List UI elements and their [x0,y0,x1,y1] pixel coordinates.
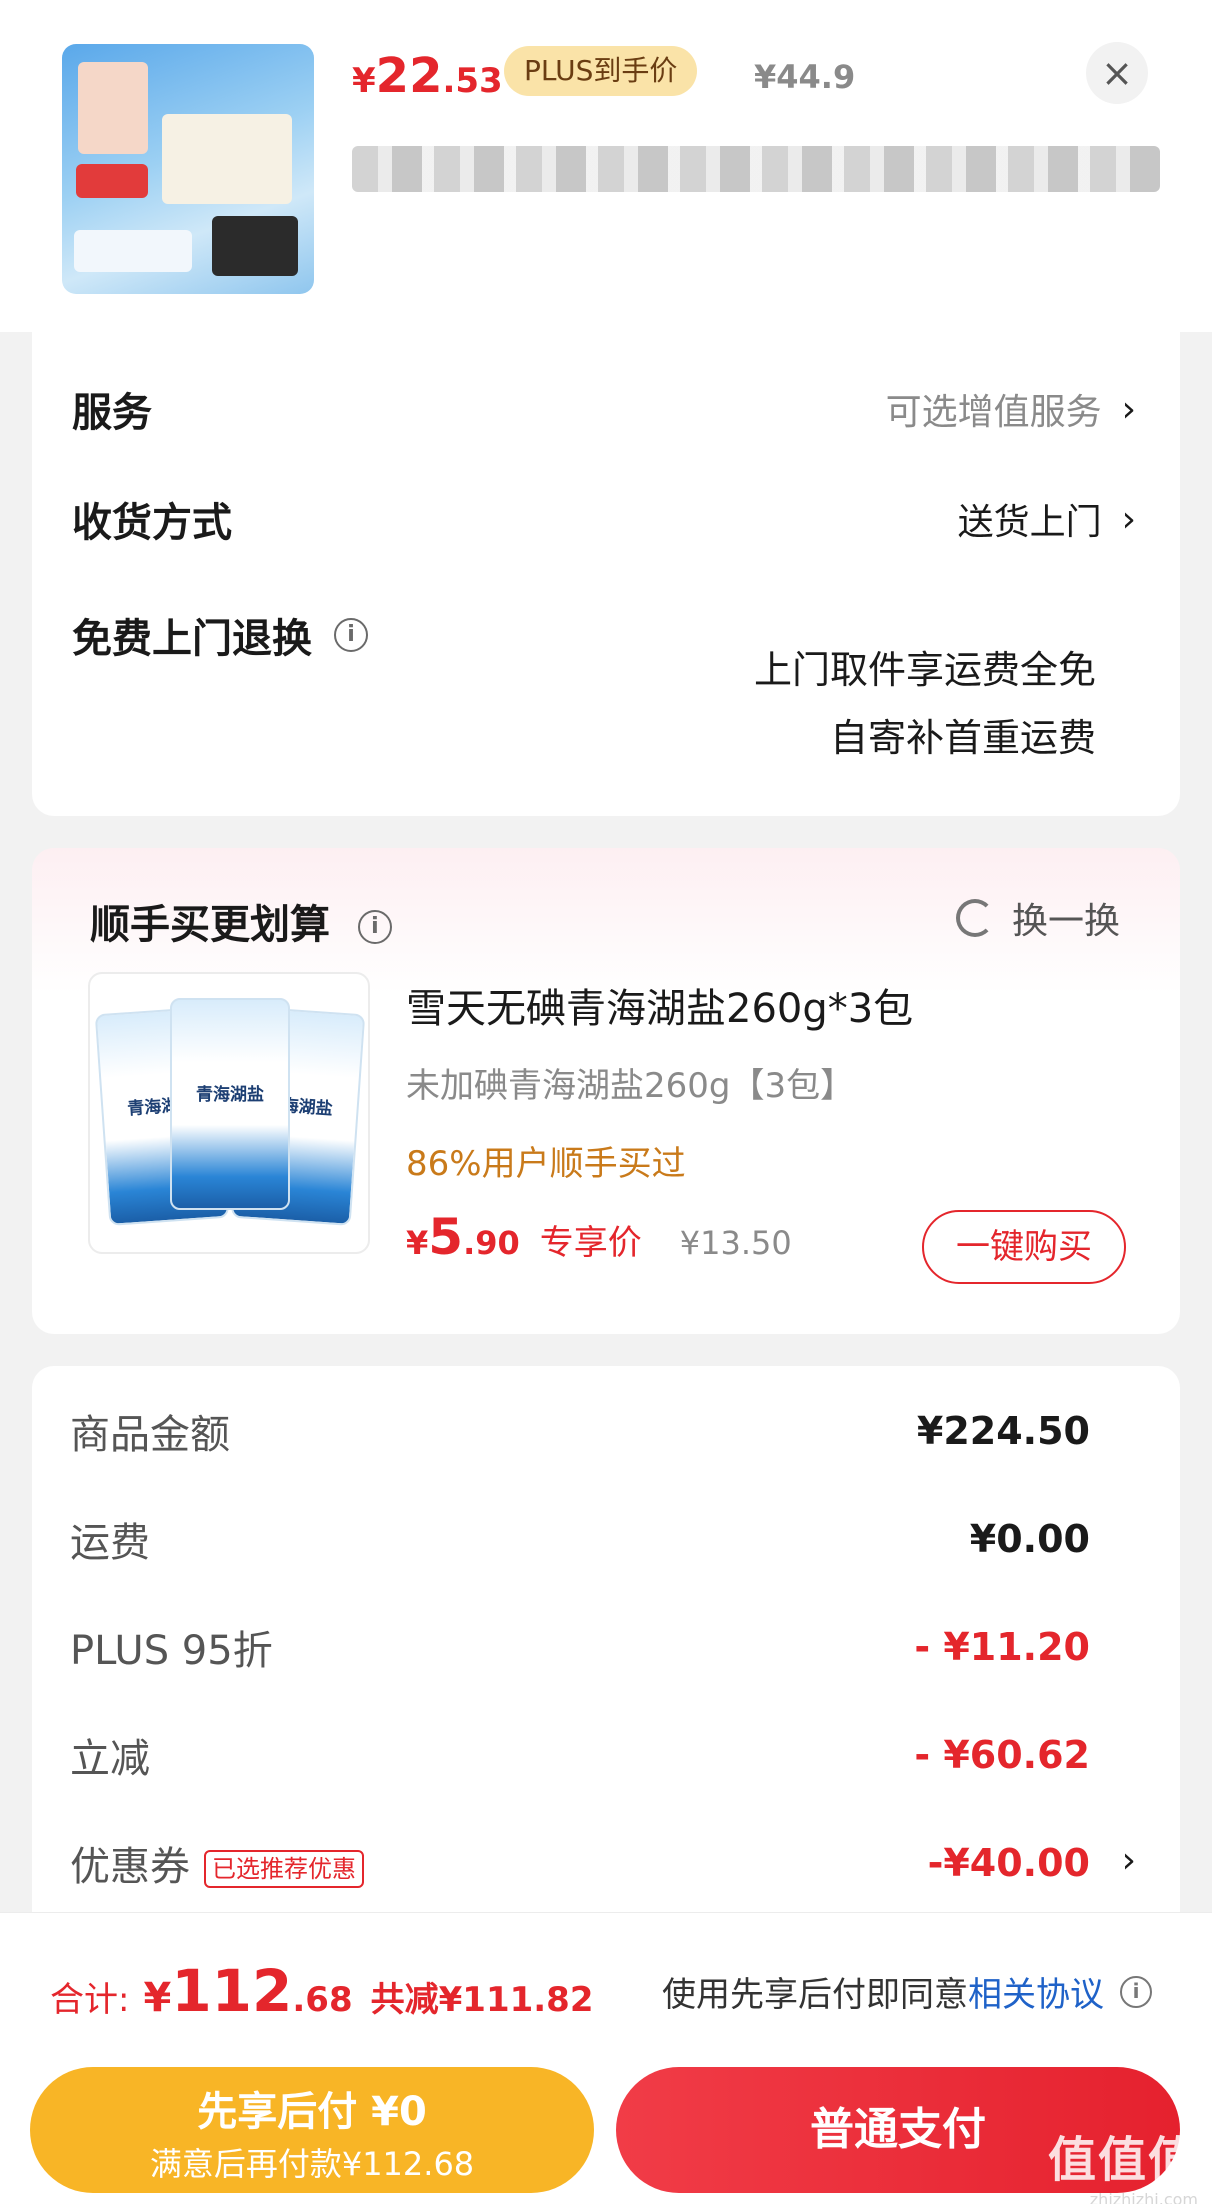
add-on-product-image[interactable]: 青海湖盐 青海湖盐 青海湖盐 [88,972,370,1254]
delivery-row[interactable]: 收货方式 送货上门 › [72,490,1136,548]
product-thumbnail[interactable] [62,44,314,294]
order-total: 合计: ¥ 112 .68 共减¥111.82 [50,1957,593,2025]
summary-row-goods: 商品金额 ¥224.50 [70,1402,1090,1460]
order-options-card: 服务 可选增值服务 › 收货方式 送货上门 › 免费上门退换 i 上门取件享运费… [32,310,1180,816]
total-label: 合计: [50,1980,130,2020]
site-watermark: 值值值 zhizhizhi.com [1048,2120,1198,2204]
free-return-label: 免费上门退换 [72,616,312,662]
pay-later-title: 先享后付 ¥0 [197,2089,427,2135]
service-row[interactable]: 服务 可选增值服务 › [72,380,1136,438]
free-return-detail: 上门取件享运费全免 自寄补首重运费 [754,636,1096,772]
checkout-bar: 合计: ¥ 112 .68 共减¥111.82 使用先享后付即同意 相关协议 i… [0,1912,1212,2204]
return-line-1: 上门取件享运费全免 [753,648,1096,692]
quantity-row-partial [72,306,1136,326]
summary-label: PLUS 95折 [70,1628,273,1674]
agreement-notice: 使用先享后付即同意 相关协议 i [662,1967,1152,2016]
pay-later-subtitle: 满意后再付款¥112.68 [149,2145,475,2183]
add-on-title: 顺手买更划算 i [90,892,392,950]
summary-row-shipping: 运费 ¥0.00 [70,1510,1090,1568]
price-decimal: .53 [442,61,503,101]
summary-row-plus-discount: PLUS 95折 - ¥11.20 [70,1618,1090,1676]
service-label: 服务 [72,390,152,436]
product-header: ¥ 22 .53 PLUS到手价 ¥44.9 × [0,0,1212,332]
price-currency: ¥ [352,61,376,101]
blurred-product-title [352,146,1160,192]
return-line-2: 自寄补首重运费 [829,716,1096,760]
agreement-link[interactable]: 相关协议 [968,1967,1104,2016]
summary-label: 商品金额 [70,1412,230,1458]
add-on-price: ¥ 5 .90 专享价 ¥13.50 [406,1208,792,1266]
price-integer: 22 [375,48,443,104]
summary-label: 立减 [70,1736,150,1782]
salt-bag-image: 青海湖盐 [170,998,290,1210]
info-icon[interactable]: i [357,910,392,944]
delivery-value-text: 送货上门 [957,502,1102,543]
coupon-recommended-badge: 已选推荐优惠 [204,1850,364,1888]
original-price: ¥44.9 [754,58,856,96]
total-currency: ¥ [143,1975,172,2021]
add-on-price-integer: 5 [428,1208,464,1266]
service-value: 可选增值服务 › [886,383,1136,435]
close-icon[interactable]: × [1086,42,1148,104]
exclusive-price-label: 专享价 [539,1223,642,1263]
chevron-right-icon: › [1121,498,1136,540]
total-decimal: .68 [292,1980,353,2020]
summary-row-instant-discount: 立减 - ¥60.62 [70,1726,1090,1784]
summary-value: - ¥60.62 [914,1733,1090,1777]
summary-value: ¥224.50 [916,1409,1090,1453]
total-saved: 共减¥111.82 [370,1980,594,2020]
delivery-label: 收货方式 [72,500,232,546]
add-on-price-decimal: .90 [463,1224,520,1262]
add-on-original-price: ¥13.50 [679,1224,792,1262]
total-integer: 112 [171,1957,293,2025]
refresh-button[interactable]: 换一换 [955,892,1120,944]
current-price: ¥ 22 .53 [352,48,503,104]
service-value-text: 可选增值服务 [885,392,1102,433]
add-on-popularity-note: 86%用户顺手买过 [406,1144,686,1184]
plus-price-badge: PLUS到手价 [504,46,698,96]
add-on-price-currency: ¥ [406,1224,429,1262]
chevron-right-icon[interactable]: › [1122,1840,1136,1881]
chevron-right-icon: › [1121,388,1136,430]
summary-value: - ¥11.20 [914,1625,1090,1669]
coupon-label: 优惠券 [70,1844,190,1890]
info-icon[interactable]: i [334,618,368,652]
add-on-product-name[interactable]: 雪天无碘青海湖盐260g*3包 [406,976,913,1034]
summary-label: 优惠券 已选推荐优惠 [70,1834,364,1892]
info-icon[interactable]: i [1120,1975,1152,2008]
free-return-row: 免费上门退换 i [72,606,368,664]
add-on-card: 顺手买更划算 i 换一换 青海湖盐 青海湖盐 青海湖盐 雪天无碘青海湖盐260g… [32,848,1180,1334]
delivery-value: 送货上门 › [958,493,1136,545]
refresh-icon [955,899,994,937]
pay-later-button[interactable]: 先享后付 ¥0 满意后再付款¥112.68 [30,2067,594,2193]
refresh-label: 换一换 [1011,901,1120,942]
watermark-url: zhizhizhi.com [1089,2190,1198,2204]
summary-value: ¥0.00 [969,1517,1090,1561]
one-click-buy-button[interactable]: 一键购买 [922,1210,1126,1284]
summary-label: 运费 [70,1520,150,1566]
summary-row-coupon[interactable]: 优惠券 已选推荐优惠 -¥40.00 [70,1834,1090,1892]
watermark-text: 值值值 [1047,2132,1198,2188]
price-summary-card: 商品金额 ¥224.50 运费 ¥0.00 PLUS 95折 - ¥11.20 … [32,1366,1180,1926]
add-on-title-text: 顺手买更划算 [90,902,330,948]
agreement-text: 使用先享后付即同意 [662,1975,968,2015]
summary-value: -¥40.00 [927,1841,1090,1885]
add-on-product-spec: 未加碘青海湖盐260g【3包】 [406,1066,855,1106]
